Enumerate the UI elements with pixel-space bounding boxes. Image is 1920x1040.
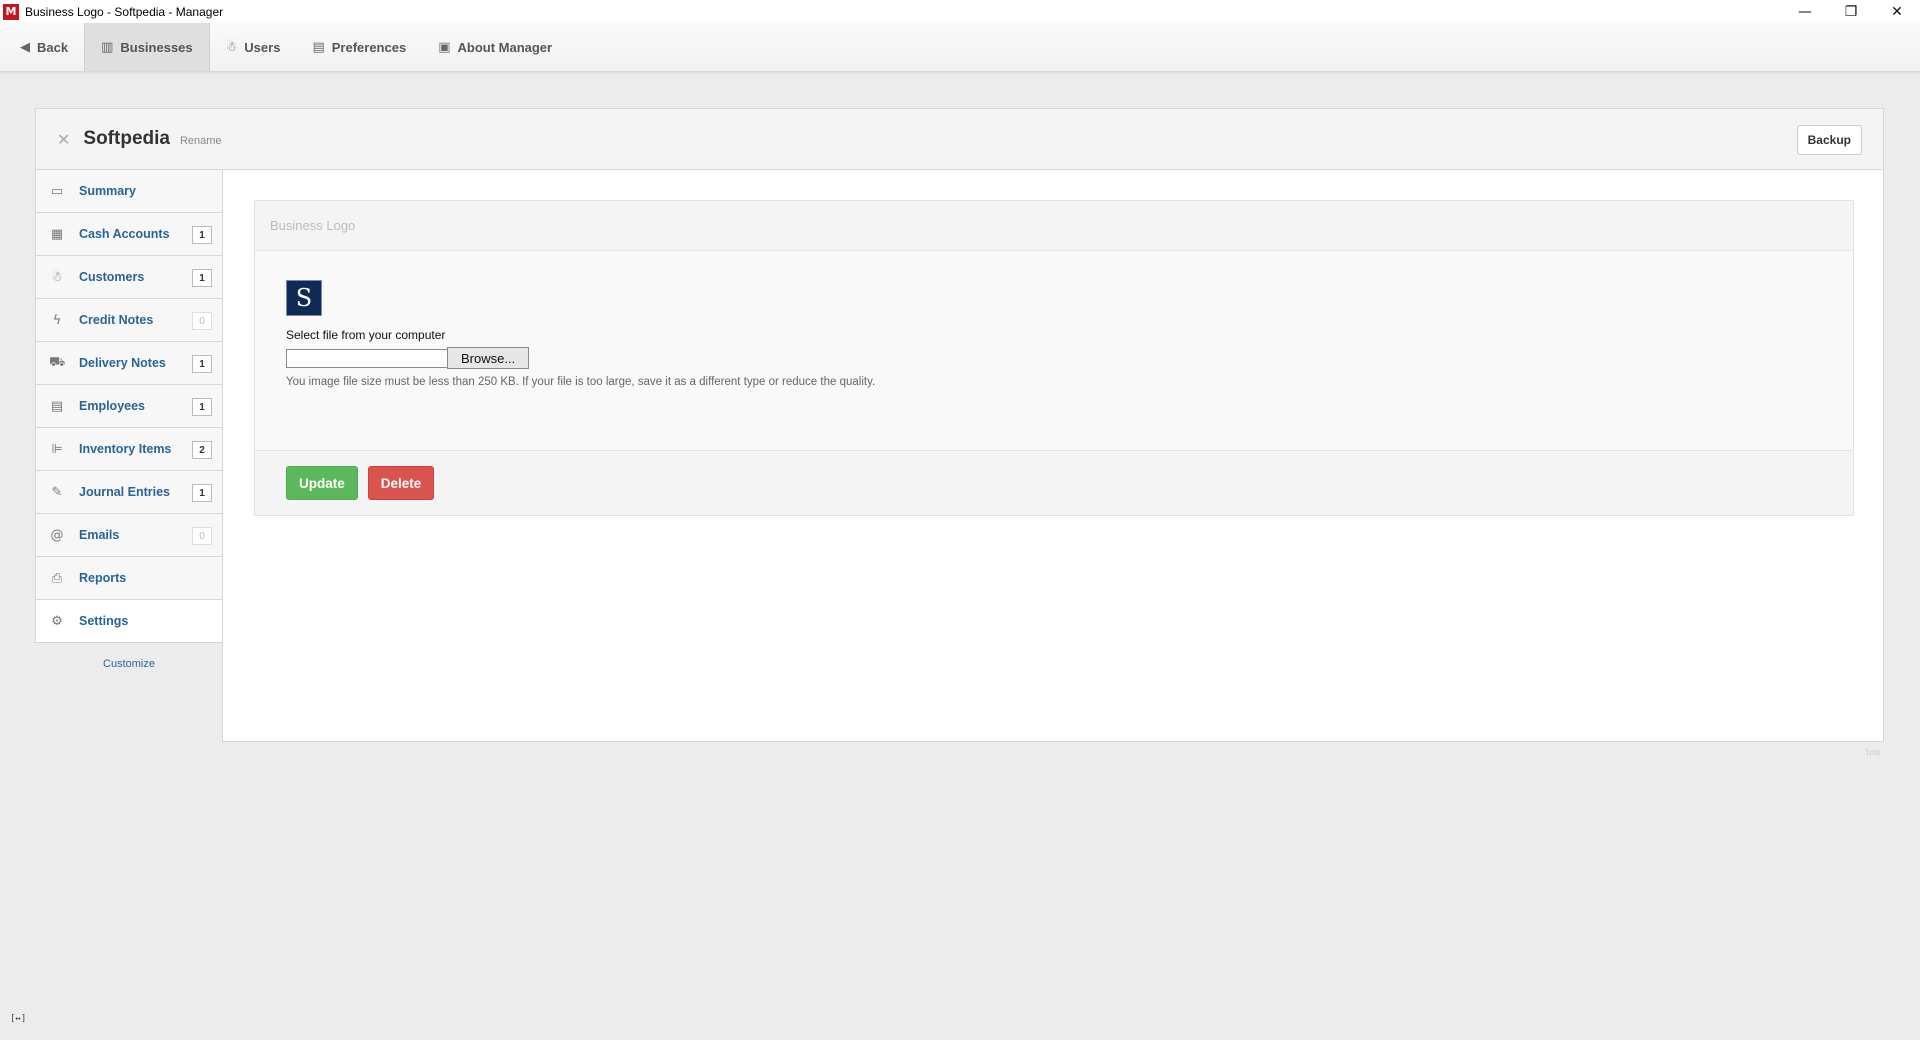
sidebar: ▭ Summary ▦ Cash Accounts 1 ☃ Customers … [35,170,223,670]
update-button[interactable]: Update [286,466,358,500]
sidebar-item-label: Delivery Notes [79,356,166,370]
at-icon: @ [50,527,64,543]
users-icon: ☃ [225,39,238,55]
nav-back[interactable]: ◀ Back [0,23,84,71]
inventory-icon: ⊫ [51,441,63,457]
presentation-icon: ▭ [50,183,64,199]
cash-icon: ▦ [50,226,64,242]
count-badge: 1 [192,226,212,244]
browse-button[interactable]: Browse... [447,347,530,369]
file-picker: Browse... [286,347,1853,369]
count-badge: 1 [192,398,212,416]
manager-logo-icon: M [3,3,19,20]
truck-icon: ⛟ [49,354,66,370]
pen-icon: ✎ [51,484,63,500]
nav-businesses[interactable]: ▥ Businesses [84,23,210,71]
sidebar-item-label: Customers [79,270,145,284]
close-window-button[interactable]: ✕ [1874,0,1920,23]
count-badge: 0 [192,527,212,545]
building-icon: ▥ [101,39,114,55]
count-badge: 2 [192,441,212,459]
sidebar-item-summary[interactable]: ▭ Summary [35,170,223,213]
minimize-button[interactable]: — [1782,0,1828,23]
nav-preferences[interactable]: ▤ Preferences [296,23,422,71]
file-select-label: Select file from your computer [286,328,446,342]
sidebar-item-label: Credit Notes [79,313,154,327]
people-icon: ☃ [51,269,63,285]
nav-users-label: Users [244,39,281,55]
count-badge: 1 [192,484,212,502]
business-logo-panel: Business Logo S Select file from your co… [254,200,1854,516]
sidebar-item-label: Journal Entries [79,485,170,499]
main-content: Business Logo S Select file from your co… [222,170,1884,742]
manager-icon: ▣ [438,39,451,55]
arrow-left-icon: ◀ [20,39,30,55]
count-badge: 1 [192,269,212,287]
sidebar-item-label: Cash Accounts [79,227,170,241]
preferences-icon: ▤ [312,39,325,55]
panel-title: Business Logo [255,201,1853,251]
backup-button[interactable]: Backup [1796,125,1862,155]
nav-back-label: Back [37,39,69,55]
nav-about[interactable]: ▣ About Manager [422,23,568,71]
business-header: ✕ Softpedia Rename Backup [35,108,1884,170]
render-time: 1ms [1865,748,1881,757]
count-badge: 1 [192,355,212,373]
count-badge: 0 [192,312,212,330]
panel-body: S Select file from your computer Browse.… [255,251,1853,451]
sidebar-item-label: Inventory Items [79,442,172,456]
title-bar: M Business Logo - Softpedia - Manager — … [0,0,1920,23]
sidebar-item-settings[interactable]: ⚙ Settings [35,600,223,643]
sidebar-item-label: Employees [79,399,146,413]
top-navigation: ◀ Back ▥ Businesses ☃ Users ▤ Preference… [0,23,1920,72]
nav-preferences-label: Preferences [331,39,407,55]
restore-button[interactable]: ❐ [1828,0,1874,23]
lightning-icon: ϟ [52,312,62,328]
window-controls: — ❐ ✕ [1782,0,1920,23]
sidebar-item-label: Reports [79,571,127,585]
rename-link[interactable]: Rename [180,135,222,147]
sidebar-item-cash-accounts[interactable]: ▦ Cash Accounts 1 [35,213,223,256]
delete-button[interactable]: Delete [367,466,435,500]
resize-icon[interactable]: [↔] [10,1014,26,1024]
window-title: Business Logo - Softpedia - Manager [25,4,224,19]
business-logo-image: S [286,280,322,316]
printer-icon: ⎙ [51,570,63,586]
sidebar-item-label: Emails [79,528,120,542]
sidebar-item-delivery-notes[interactable]: ⛟ Delivery Notes 1 [35,342,223,385]
sidebar-item-label: Summary [79,184,136,198]
sidebar-item-customers[interactable]: ☃ Customers 1 [35,256,223,299]
sidebar-item-emails[interactable]: @ Emails 0 [35,514,223,557]
customize-link[interactable]: Customize [35,658,223,670]
nav-businesses-label: Businesses [120,39,193,55]
sidebar-item-inventory-items[interactable]: ⊫ Inventory Items 2 [35,428,223,471]
sidebar-item-reports[interactable]: ⎙ Reports [35,557,223,600]
sidebar-item-journal-entries[interactable]: ✎ Journal Entries 1 [35,471,223,514]
gears-icon: ⚙ [51,613,63,629]
file-path-input[interactable] [286,348,447,368]
panel-actions: Update Delete [255,450,1853,515]
sidebar-item-credit-notes[interactable]: ϟ Credit Notes 0 [35,299,223,342]
file-size-hint: You image file size must be less than 25… [286,376,876,388]
id-card-icon: ▤ [50,398,64,414]
nav-about-label: About Manager [457,39,553,55]
close-business-icon[interactable]: ✕ [57,130,70,149]
sidebar-item-employees[interactable]: ▤ Employees 1 [35,385,223,428]
sidebar-item-label: Settings [79,614,129,628]
business-name: Softpedia [83,128,170,149]
nav-users[interactable]: ☃ Users [210,23,297,71]
